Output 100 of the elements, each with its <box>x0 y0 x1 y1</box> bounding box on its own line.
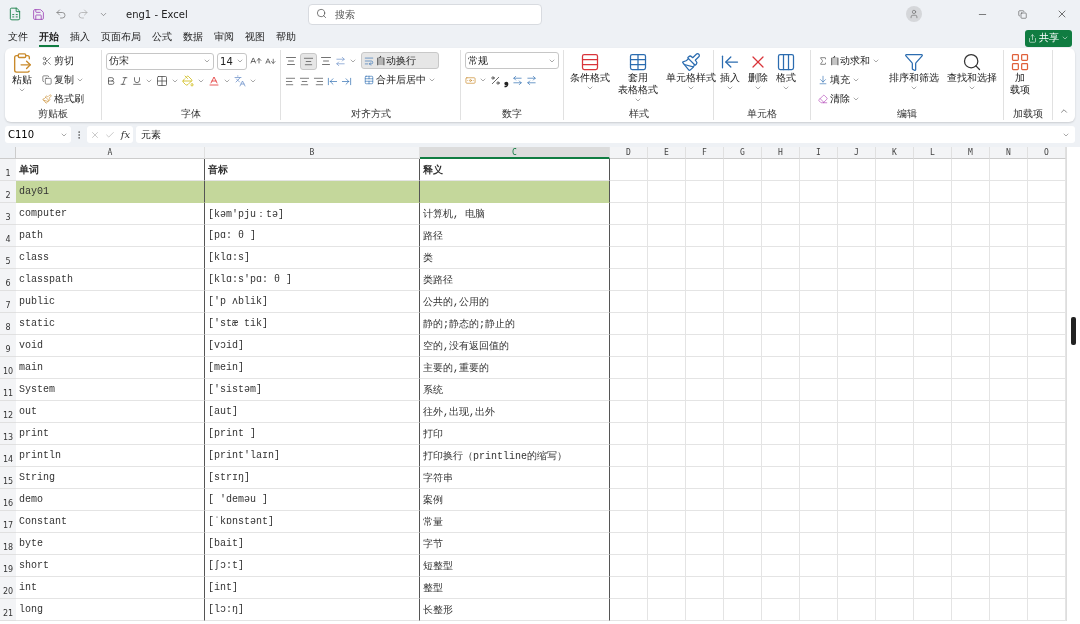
table-cell: [lɔ:ŋ] <box>205 599 420 621</box>
row-header[interactable]: 17 <box>0 511 16 533</box>
table-cell: 类路径 <box>420 269 610 291</box>
menu-tab[interactable]: 页面布局 <box>101 29 141 47</box>
row-header[interactable]: 20 <box>0 577 16 599</box>
table-cell: short <box>16 555 205 577</box>
group-label: 加载项 <box>1013 107 1044 120</box>
column-header[interactable]: A <box>16 147 205 159</box>
menu-tab[interactable]: 视图 <box>245 29 265 47</box>
font-name-field[interactable]: 仿宋 <box>106 52 215 70</box>
ribbon-button[interactable]: 单元格样式 <box>664 52 719 107</box>
table-cell: 长整形 <box>420 599 610 621</box>
row-header[interactable]: 6 <box>0 269 16 291</box>
row-header[interactable]: 12 <box>0 401 16 423</box>
font-size-field[interactable]: 14 <box>217 52 248 70</box>
paste-button[interactable]: 粘贴 <box>9 52 35 107</box>
table-cell: 静的;静态的;静止的 <box>420 313 610 335</box>
search-field[interactable]: 搜索 <box>307 4 542 25</box>
group-label: 编辑 <box>897 107 918 120</box>
column-header[interactable]: N <box>990 147 1028 159</box>
autosum-button[interactable]: 自动求和 <box>815 52 884 69</box>
row-header[interactable]: 5 <box>0 247 16 269</box>
row-header[interactable]: 18 <box>0 533 16 555</box>
table-cell: [ˈkɒnstənt] <box>205 511 420 533</box>
table-cell: 路径 <box>420 225 610 247</box>
row-header[interactable]: 3 <box>0 203 16 225</box>
column-header[interactable]: F <box>686 147 724 159</box>
menu-tab[interactable]: 插入 <box>70 29 90 47</box>
row-header[interactable]: 16 <box>0 489 16 511</box>
sort-filter-button[interactable]: 排序和筛选 <box>887 52 942 107</box>
table-cell: classpath <box>16 269 205 291</box>
find-select-button[interactable]: 查找和选择 <box>945 52 1000 107</box>
group-label: 对齐方式 <box>350 107 391 120</box>
comma-style-button[interactable]: ❟ <box>504 73 510 87</box>
column-header[interactable]: B <box>205 147 420 159</box>
table-cell: String <box>16 467 205 489</box>
formula-field[interactable]: 元素 <box>136 126 1075 143</box>
table-cell: ['p ʌblik] <box>205 291 420 313</box>
table-cell: day01 <box>16 181 205 203</box>
row-header[interactable]: 21 <box>0 599 16 621</box>
menu-tab[interactable]: 数据 <box>183 29 203 47</box>
number-format-field[interactable]: 常规 <box>465 52 560 69</box>
column-header[interactable]: L <box>914 147 952 159</box>
table-cell: out <box>16 401 205 423</box>
row-header[interactable]: 13 <box>0 423 16 445</box>
column-header[interactable]: J <box>838 147 876 159</box>
table-cell: println <box>16 445 205 467</box>
column-header[interactable]: C <box>420 147 610 159</box>
column-header[interactable]: K <box>876 147 914 159</box>
ribbon-button[interactable]: 插入 <box>718 52 743 107</box>
cut-button[interactable]: 剪切 <box>39 52 87 69</box>
row-header[interactable]: 2 <box>0 181 16 203</box>
name-box[interactable]: C110 <box>5 126 71 143</box>
group-label: 剪贴板 <box>38 107 68 120</box>
addins-button[interactable]: 加 载项 <box>1008 52 1033 107</box>
menu-tab[interactable]: 文件 <box>8 29 28 47</box>
row-header[interactable]: 10 <box>0 357 16 379</box>
column-header[interactable]: H <box>762 147 800 159</box>
column-header[interactable]: G <box>724 147 762 159</box>
row-header[interactable]: 14 <box>0 445 16 467</box>
merge-button[interactable]: 合并后居中 <box>361 71 440 88</box>
menu-tab[interactable]: 帮助 <box>276 29 296 47</box>
row-header[interactable]: 7 <box>0 291 16 313</box>
table-cell: public <box>16 291 205 313</box>
row-header[interactable]: 8 <box>0 313 16 335</box>
column-header[interactable]: E <box>648 147 686 159</box>
table-cell: [ 'deməu ] <box>205 489 420 511</box>
clear-button[interactable]: 清除 <box>815 90 884 107</box>
wrap-text-button[interactable]: 自动换行 <box>361 52 440 69</box>
format-painter-button[interactable]: 格式刷 <box>39 90 87 107</box>
row-header[interactable]: 11 <box>0 379 16 401</box>
table-cell: 系统 <box>420 379 610 401</box>
column-header[interactable]: D <box>610 147 648 159</box>
column-header[interactable]: O <box>1028 147 1066 159</box>
ribbon-button[interactable]: 删除 <box>746 52 771 107</box>
menu-tab[interactable]: 公式 <box>152 29 172 47</box>
table-cell: 主要的,重要的 <box>420 357 610 379</box>
ribbon-button[interactable]: 套用 表格格式 <box>616 52 661 107</box>
table-cell: [vɔid] <box>205 335 420 357</box>
table-cell: System <box>16 379 205 401</box>
ribbon-button[interactable]: 条件格式 <box>568 52 613 107</box>
table-cell: long <box>16 599 205 621</box>
share-button[interactable]: 共享 <box>1025 29 1072 47</box>
table-cell: print <box>16 423 205 445</box>
ribbon-button[interactable]: 格式 <box>774 52 799 107</box>
table-cell: [bait] <box>205 533 420 555</box>
table-cell: 案例 <box>420 489 610 511</box>
row-header[interactable]: 9 <box>0 335 16 357</box>
menu-tab[interactable]: 审阅 <box>214 29 234 47</box>
copy-button[interactable]: 复制 <box>39 71 87 88</box>
row-header[interactable]: 4 <box>0 225 16 247</box>
row-header[interactable]: 19 <box>0 555 16 577</box>
fill-button[interactable]: 填充 <box>815 71 884 88</box>
table-cell: ['sistəm] <box>205 379 420 401</box>
insert-function-button[interactable]: fx <box>120 129 131 140</box>
row-header[interactable]: 1 <box>0 159 16 181</box>
row-header[interactable]: 15 <box>0 467 16 489</box>
column-header[interactable]: I <box>800 147 838 159</box>
group-label: 数字 <box>502 107 523 120</box>
column-header[interactable]: M <box>952 147 990 159</box>
